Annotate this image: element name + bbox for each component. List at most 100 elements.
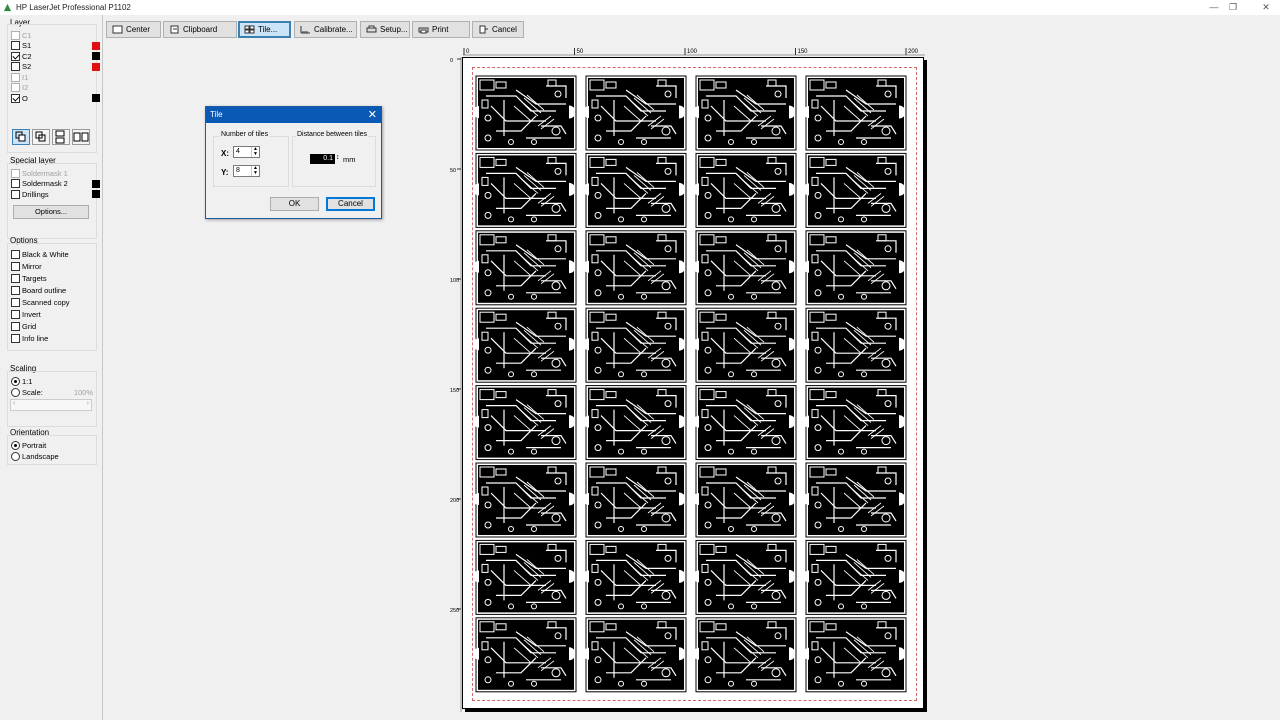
ruler-left: 0 50 100 150 200 250 xyxy=(450,57,462,712)
minimize-icon[interactable]: — xyxy=(1204,1,1224,13)
landscape-radio[interactable]: Landscape xyxy=(11,451,59,461)
radio-icon[interactable] xyxy=(11,440,20,450)
slider-left-icon[interactable]: ‹ xyxy=(13,400,15,407)
ok-button[interactable]: OK xyxy=(270,197,319,211)
special-layer-soldermask-2[interactable]: Soldermask 2 xyxy=(11,179,100,189)
left-panel: Layer C1 S1 C2 S2 I1 I2 O Special layer Solder… xyxy=(0,15,103,720)
checkbox-icon[interactable] xyxy=(11,309,20,319)
pcb-tile xyxy=(803,385,907,461)
view-split-button[interactable] xyxy=(52,129,70,145)
distance-input[interactable]: 0.1 xyxy=(310,154,335,164)
door-exit-icon xyxy=(479,25,488,34)
pcb-tile xyxy=(583,75,687,151)
option-board-outline[interactable]: Board outline xyxy=(11,285,93,295)
pcb-tile xyxy=(473,539,577,615)
ruler-left-label: 250 xyxy=(450,608,459,614)
layer-color-swatch[interactable] xyxy=(92,190,100,198)
center-icon xyxy=(112,25,123,34)
setup-button[interactable]: Setup... xyxy=(360,21,410,38)
center-button[interactable]: Center xyxy=(106,21,161,38)
radio-icon[interactable] xyxy=(11,451,20,461)
dialog-titlebar: Tile ✕ xyxy=(206,107,381,123)
pcb-tile xyxy=(693,539,797,615)
clipboard-button[interactable]: Clipboard xyxy=(163,21,237,38)
slider-right-icon[interactable]: › xyxy=(87,400,89,407)
distance-spin-icon[interactable]: ↕ xyxy=(336,154,340,161)
option-mirror[interactable]: Mirror xyxy=(11,261,93,271)
checkbox-icon[interactable] xyxy=(11,51,20,61)
tile-button[interactable]: Tile... xyxy=(238,21,291,38)
view-overlay-button[interactable] xyxy=(32,129,50,145)
spin-arrows-icon[interactable]: ▲ ▼ xyxy=(251,166,259,176)
option-label: Black & White xyxy=(22,249,69,259)
layer-s2[interactable]: S2 xyxy=(11,62,100,72)
number-of-tiles-group: Number of tiles xyxy=(213,131,289,187)
checkbox-icon[interactable] xyxy=(11,249,20,259)
pcb-tile xyxy=(473,462,577,538)
pcb-tiles xyxy=(473,75,907,693)
distance-unit: mm xyxy=(343,155,356,164)
ruler-top-label: 100 xyxy=(687,49,698,55)
special-layer-soldermask-1: Soldermask 1 xyxy=(11,168,93,178)
option-invert[interactable]: Invert xyxy=(11,309,93,319)
checkbox-icon[interactable] xyxy=(11,285,20,295)
pcb-tile xyxy=(583,385,687,461)
checkbox-icon[interactable] xyxy=(11,261,20,271)
print-button[interactable]: Print xyxy=(412,21,470,38)
tiles-y-spinner[interactable]: 8 ▲ ▼ xyxy=(233,165,260,177)
checkbox-icon[interactable] xyxy=(11,41,20,50)
special-layer-drillings[interactable]: Drillings xyxy=(11,189,100,199)
restore-icon[interactable]: ❐ xyxy=(1223,1,1243,13)
cancel-toolbar-button[interactable]: Cancel xyxy=(472,21,524,38)
checkbox-icon[interactable] xyxy=(11,93,20,103)
option-label: Board outline xyxy=(22,285,67,295)
layer-c2[interactable]: C2 xyxy=(11,51,100,61)
pcb-tile xyxy=(693,617,797,693)
window-title: HP LaserJet Professional P1102 xyxy=(16,3,131,12)
radio-icon[interactable] xyxy=(11,387,20,397)
dialog-close-icon[interactable]: ✕ xyxy=(368,108,377,121)
checkbox-icon[interactable] xyxy=(11,62,20,71)
layer-label: C2 xyxy=(22,51,32,61)
portrait-radio[interactable]: Portrait xyxy=(11,440,46,450)
layer-color-swatch[interactable] xyxy=(92,52,100,60)
layer-label: I2 xyxy=(22,83,29,92)
layer-o[interactable]: O xyxy=(11,93,100,103)
option-info-line[interactable]: Info line xyxy=(11,333,93,343)
scaling-1to1-radio[interactable]: 1:1 xyxy=(11,376,32,386)
layer-color-swatch[interactable] xyxy=(92,94,100,102)
pcb-tile xyxy=(803,230,907,306)
option-label: Invert xyxy=(22,309,41,319)
option-scanned-copy[interactable]: Scanned copy xyxy=(11,297,93,307)
option-label: Info line xyxy=(22,333,49,343)
layer-s1[interactable]: S1 xyxy=(11,41,100,51)
pcb-tile xyxy=(583,230,687,306)
checkbox-icon[interactable] xyxy=(11,333,20,343)
option-targets[interactable]: Targets xyxy=(11,273,93,283)
scaling-custom-radio[interactable]: Scale: 100% xyxy=(11,387,93,397)
checkbox-icon[interactable] xyxy=(11,297,20,307)
clipboard-icon xyxy=(170,25,179,34)
checkbox-icon[interactable] xyxy=(11,189,20,199)
radio-icon[interactable] xyxy=(11,376,20,386)
layer-color-swatch[interactable] xyxy=(92,62,100,71)
view-side-by-side-button[interactable] xyxy=(72,129,90,145)
checkbox-icon[interactable] xyxy=(11,321,20,331)
dialog-cancel-button[interactable]: Cancel xyxy=(326,197,375,211)
ruler-left-label: 150 xyxy=(450,388,459,394)
calibrate-icon xyxy=(300,26,310,34)
option-grid[interactable]: Grid xyxy=(11,321,93,331)
calibrate-button[interactable]: Calibrate... xyxy=(294,21,357,38)
options-button[interactable]: Options... xyxy=(13,205,89,219)
tiles-x-spinner[interactable]: 4 ▲ ▼ xyxy=(233,146,260,158)
checkbox-icon[interactable] xyxy=(11,179,20,188)
option-black-white[interactable]: Black & White xyxy=(11,249,93,259)
layer-color-swatch[interactable] xyxy=(92,41,100,50)
layer-color-swatch[interactable] xyxy=(92,179,100,188)
scale-slider[interactable]: ‹ › xyxy=(10,399,92,411)
view-single-button[interactable] xyxy=(12,129,30,145)
pcb-tile xyxy=(803,307,907,383)
spin-arrows-icon[interactable]: ▲ ▼ xyxy=(251,147,259,157)
close-window-icon[interactable]: ✕ xyxy=(1256,1,1276,13)
checkbox-icon[interactable] xyxy=(11,273,20,283)
